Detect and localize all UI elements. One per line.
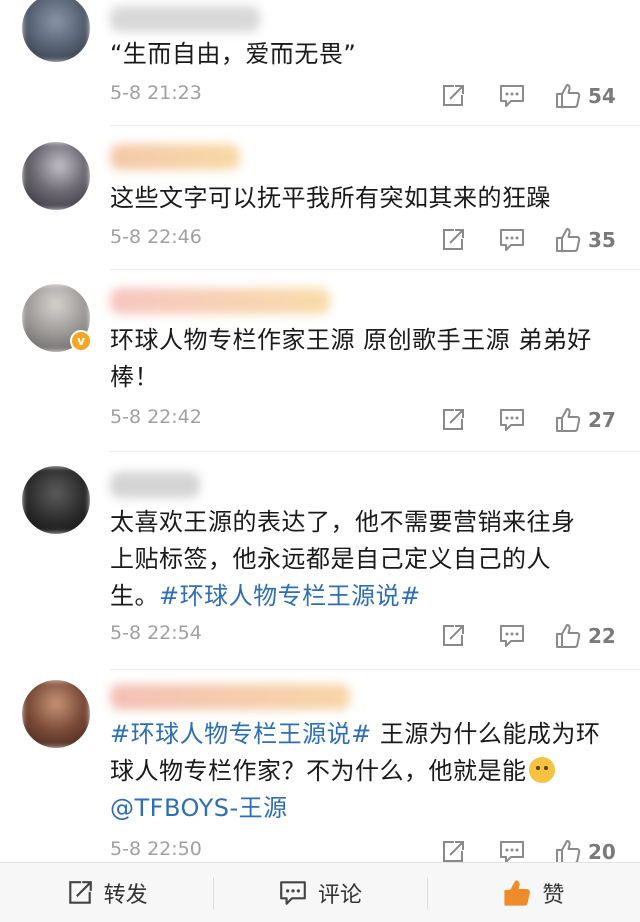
comment-text-plain: 球人物专栏作家？不为什么，他就是能 (110, 757, 527, 785)
shrug-emoji-icon (528, 757, 555, 783)
like-button[interactable]: 22 (554, 620, 616, 652)
comment-text-line: 太喜欢王源的表达了，他不需要营销来往身 (110, 508, 576, 536)
share-icon (443, 625, 464, 646)
comment-text-line: “生而自由，爱而无畏” (110, 40, 357, 68)
comment-icon (500, 229, 524, 251)
comment-text-line: @TFBOYS-王源 (110, 790, 620, 827)
comment-button[interactable] (498, 404, 526, 436)
comment-text-line: 棒！ (110, 363, 159, 391)
thumbs-up-icon (556, 408, 581, 432)
comment-icon (500, 85, 524, 107)
avatar[interactable] (22, 142, 90, 210)
thumbs-up-icon (556, 840, 581, 862)
share-icon (443, 85, 464, 106)
verified-badge: v (70, 330, 92, 352)
comment-icon (500, 841, 524, 862)
like-button[interactable]: 35 (554, 224, 616, 256)
comment-icon (500, 625, 524, 647)
comment-meta: 5-8 22:42 27 (110, 404, 625, 436)
comment-item: #环球人物专栏王源说# 王源为什么能成为环 球人物专栏作家？不为什么，他就是能 … (0, 670, 640, 862)
repost-button[interactable]: 转发 (0, 863, 213, 922)
share-icon (443, 409, 464, 430)
share-button[interactable] (440, 224, 466, 256)
like-button[interactable]: 20 (554, 836, 616, 862)
like-action-button[interactable]: 赞 (426, 863, 640, 922)
like-button[interactable]: 54 (554, 80, 616, 112)
comment-text-plain: 王源为什么能成为环 (371, 720, 601, 748)
share-icon (68, 880, 92, 904)
like-count: 20 (588, 840, 616, 862)
comment-text-line: 这些文字可以抚平我所有突如其来的狂躁 (110, 184, 551, 212)
share-icon (443, 841, 464, 862)
thumbs-up-icon (556, 228, 581, 252)
share-button[interactable] (440, 404, 466, 436)
thumbs-up-icon (556, 84, 581, 108)
user-mention-link[interactable]: @TFBOYS-王源 (110, 794, 288, 822)
comment-text-line: 生。#环球人物专栏王源说# (110, 578, 620, 615)
comment-meta: 5-8 22:54 22 (110, 620, 625, 652)
comment-time: 5-8 22:46 (110, 226, 202, 248)
topic-hashtag-link[interactable]: #环球人物专栏王源说# (110, 720, 372, 748)
comment-label: 评论 (317, 882, 362, 908)
share-icon (443, 229, 464, 250)
comment-text-plain: 生。 (110, 582, 159, 610)
comment-text: 太喜欢王源的表达了，他不需要营销来往身 上贴标签，他永远都是自己定义自己的人 生… (110, 504, 620, 615)
comment-text: 这些文字可以抚平我所有突如其来的狂躁 (110, 180, 620, 217)
username-blurred[interactable] (110, 684, 350, 710)
comment-text-line: #环球人物专栏王源说# 王源为什么能成为环 (110, 716, 620, 753)
username-blurred[interactable] (110, 288, 330, 314)
bottom-action-bar: 转发 评论 赞 (0, 862, 640, 922)
comment-time: 5-8 22:54 (110, 622, 202, 644)
share-button[interactable] (440, 80, 466, 112)
thumbs-up-icon (504, 879, 531, 906)
share-button[interactable] (440, 620, 466, 652)
comment-item: 这些文字可以抚平我所有突如其来的狂躁 5-8 22:46 35 (0, 126, 640, 270)
like-label: 赞 (542, 882, 565, 908)
comment-text-line: 环球人物专栏作家王源 原创歌手王源 弟弟好 (110, 326, 592, 354)
repost-label: 转发 (103, 882, 148, 908)
comment-feed: “生而自由，爱而无畏” 5-8 21:23 54 这些文字可以抚平我所有突如其来… (0, 0, 640, 862)
like-count: 54 (588, 84, 616, 108)
comment-icon (500, 409, 524, 431)
comment-item: v 环球人物专栏作家王源 原创歌手王源 弟弟好 棒！ 5-8 22:42 27 (0, 270, 640, 452)
comment-meta: 5-8 21:23 54 (110, 80, 625, 112)
comment-text: #环球人物专栏王源说# 王源为什么能成为环 球人物专栏作家？不为什么，他就是能 … (110, 716, 620, 827)
comment-button[interactable] (498, 224, 526, 256)
comment-text: 环球人物专栏作家王源 原创歌手王源 弟弟好 棒！ (110, 322, 620, 396)
comment-text: “生而自由，爱而无畏” (110, 36, 620, 73)
comment-time: 5-8 22:42 (110, 406, 202, 428)
username-blurred[interactable] (110, 144, 240, 170)
username-blurred[interactable] (110, 472, 200, 498)
thumbs-up-icon (556, 624, 581, 648)
comment-time: 5-8 21:23 (110, 82, 202, 104)
comment-icon (280, 880, 306, 905)
like-count: 22 (588, 624, 616, 648)
comment-time: 5-8 22:50 (110, 838, 202, 860)
like-count: 35 (588, 228, 616, 252)
avatar[interactable] (22, 680, 90, 748)
topic-hashtag-link[interactable]: #环球人物专栏王源说# (159, 582, 421, 610)
comment-action-button[interactable]: 评论 (213, 863, 426, 922)
comment-text-line: 上贴标签，他永远都是自己定义自己的人 (110, 545, 551, 573)
comment-item: 太喜欢王源的表达了，他不需要营销来往身 上贴标签，他永远都是自己定义自己的人 生… (0, 452, 640, 670)
share-button[interactable] (440, 836, 466, 862)
comment-meta: 5-8 22:46 35 (110, 224, 625, 256)
avatar[interactable] (22, 466, 90, 534)
comment-meta: 5-8 22:50 20 (110, 836, 625, 862)
username-blurred[interactable] (110, 6, 260, 32)
comment-button[interactable] (498, 620, 526, 652)
comment-text-line: 球人物专栏作家？不为什么，他就是能 (110, 753, 620, 790)
comment-button[interactable] (498, 80, 526, 112)
comment-item: “生而自由，爱而无畏” 5-8 21:23 54 (0, 0, 640, 126)
avatar[interactable] (22, 0, 90, 62)
like-button[interactable]: 27 (554, 404, 616, 436)
comment-button[interactable] (498, 836, 526, 862)
like-count: 27 (588, 408, 616, 432)
